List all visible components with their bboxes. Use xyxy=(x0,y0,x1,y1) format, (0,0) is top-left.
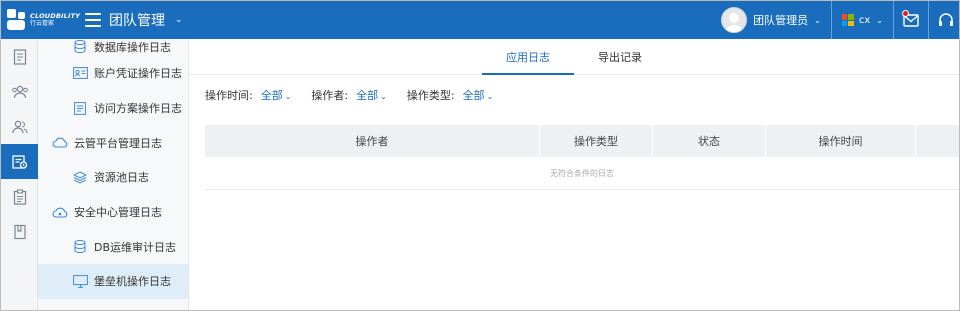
submenu-item-label: 账户凭证操作日志 xyxy=(94,67,182,81)
cloudbility-logo-icon xyxy=(7,9,27,31)
rail-item-users[interactable] xyxy=(1,109,38,144)
submenu-item-database-log[interactable]: 数据库操作日志 xyxy=(38,39,188,56)
log-tabs: 应用日志 导出记录 xyxy=(189,39,959,75)
filter-operation-type-select[interactable]: 全部 ⌄ xyxy=(463,87,494,103)
filter-label: 操作者: xyxy=(311,89,349,102)
chevron-down-icon[interactable]: ⌄ xyxy=(175,15,183,25)
chevron-down-icon: ⌄ xyxy=(380,92,387,101)
submenu-item-label: 堡垒机操作日志 xyxy=(94,275,171,289)
submenu-group-cloud-platform[interactable]: 云管平台管理日志 xyxy=(38,125,188,160)
org-chevron-icon[interactable]: ⌄ xyxy=(876,16,883,25)
top-navigation-bar: CLOUDBILITY 行云管家 团队管理 ⌄ 团队管理员 ⌄ cx ⌄ xyxy=(1,1,959,39)
submenu-item-db-audit-log[interactable]: DB运维审计日志 xyxy=(38,229,188,264)
filter-operator: 操作者: 全部 ⌄ xyxy=(311,87,386,103)
submenu-item-label: 安全中心管理日志 xyxy=(74,206,162,220)
notification-badge xyxy=(902,10,909,17)
document-icon xyxy=(13,48,26,65)
rail-item-logs[interactable] xyxy=(1,144,38,179)
chevron-down-icon: ⌄ xyxy=(284,92,292,101)
group-icon xyxy=(11,85,28,98)
book-icon xyxy=(13,224,26,239)
filter-label: 操作类型: xyxy=(406,89,455,102)
clipboard-list-icon xyxy=(72,101,88,115)
filter-value: 全部 xyxy=(462,89,485,102)
submenu-item-resource-pool-log[interactable]: 资源池日志 xyxy=(38,160,188,195)
windows-icon[interactable] xyxy=(841,14,854,26)
submenu-group-security-center[interactable]: 安全中心管理日志 xyxy=(38,195,188,230)
column-header-operation-type[interactable]: 操作类型 xyxy=(540,125,653,157)
column-header-actions xyxy=(916,125,959,157)
filter-value: 全部 xyxy=(356,89,379,102)
menu-icon[interactable] xyxy=(85,13,101,27)
monitor-icon xyxy=(72,274,88,288)
filter-operator-select[interactable]: 全部 ⌄ xyxy=(356,87,387,103)
layers-icon xyxy=(72,170,88,184)
tab-app-log[interactable]: 应用日志 xyxy=(482,39,574,75)
database-icon xyxy=(72,39,88,53)
log-audit-icon xyxy=(11,154,27,169)
tab-label: 应用日志 xyxy=(506,50,550,64)
support-button[interactable] xyxy=(933,1,959,39)
submenu-item-label: 访问方案操作日志 xyxy=(94,102,182,116)
filter-bar: 操作时间: 全部 ⌄ 操作者: 全部 ⌄ 操作类型: 全部 ⌄ xyxy=(189,75,959,115)
empty-state-text: 无符合条件的日志 xyxy=(205,157,959,190)
column-header-operation-time[interactable]: 操作时间 xyxy=(766,125,916,157)
id-card-icon xyxy=(72,66,88,80)
filter-operation-time: 操作时间: 全部 ⌄ xyxy=(205,87,291,103)
submenu-item-label: 资源池日志 xyxy=(94,171,149,185)
divider xyxy=(893,1,894,39)
submenu-item-label: DB运维审计日志 xyxy=(94,240,177,254)
filter-operation-type: 操作类型: 全部 ⌄ xyxy=(407,87,493,103)
team-title[interactable]: 团队管理 xyxy=(109,10,165,30)
column-header-operator[interactable]: 操作者 xyxy=(205,125,540,157)
submenu-item-access-plan-log[interactable]: 访问方案操作日志 xyxy=(38,91,188,126)
cloud-icon xyxy=(52,136,68,150)
mail-button[interactable] xyxy=(898,1,924,39)
rail-item-documents[interactable] xyxy=(1,39,38,74)
submenu-item-label: 云管平台管理日志 xyxy=(74,136,162,150)
database-icon xyxy=(72,240,88,254)
tab-label: 导出记录 xyxy=(598,50,642,64)
log-table: 操作者 操作类型 状态 操作时间 无符合条件的日志 xyxy=(205,125,959,190)
main-content: 应用日志 导出记录 操作时间: 全部 ⌄ 操作者: 全部 ⌄ 操作类型: 全部 ⌄ 操… xyxy=(189,39,959,310)
filter-value: 全部 xyxy=(260,89,283,102)
filter-operation-time-select[interactable]: 全部 ⌄ xyxy=(261,87,292,103)
submenu-item-credential-log[interactable]: 账户凭证操作日志 xyxy=(38,56,188,91)
divider xyxy=(928,1,929,39)
users-icon xyxy=(11,120,28,133)
brand-logo[interactable]: CLOUDBILITY 行云管家 xyxy=(1,1,81,39)
headset-icon xyxy=(939,12,953,26)
brand-name-en: CLOUDBILITY xyxy=(30,11,81,20)
clipboard-icon xyxy=(13,188,26,205)
rail-item-groups[interactable] xyxy=(1,74,38,109)
submenu-item-label: 数据库操作日志 xyxy=(94,41,171,54)
brand-name-cn: 行云管家 xyxy=(30,20,55,28)
log-submenu: 数据库操作日志 账户凭证操作日志 访问方案操作日志 云管平台管理日志 资源池日志… xyxy=(38,39,189,310)
column-header-status[interactable]: 状态 xyxy=(653,125,766,157)
org-selector-label[interactable]: cx xyxy=(859,15,870,26)
chevron-down-icon: ⌄ xyxy=(486,92,494,101)
rail-item-guide[interactable] xyxy=(1,214,38,249)
rail-item-tasks[interactable] xyxy=(1,179,38,214)
filter-label: 操作时间: xyxy=(205,89,253,102)
icon-rail xyxy=(1,39,38,310)
eye-cloud-icon xyxy=(52,205,68,219)
user-menu-chevron-icon[interactable]: ⌄ xyxy=(814,16,821,25)
tab-export-records[interactable]: 导出记录 xyxy=(574,39,666,74)
table-header: 操作者 操作类型 状态 操作时间 xyxy=(205,125,959,157)
user-name[interactable]: 团队管理员 xyxy=(753,12,808,28)
submenu-item-bastion-log[interactable]: 堡垒机操作日志 xyxy=(38,264,188,299)
divider xyxy=(830,1,832,39)
avatar[interactable] xyxy=(721,7,748,33)
